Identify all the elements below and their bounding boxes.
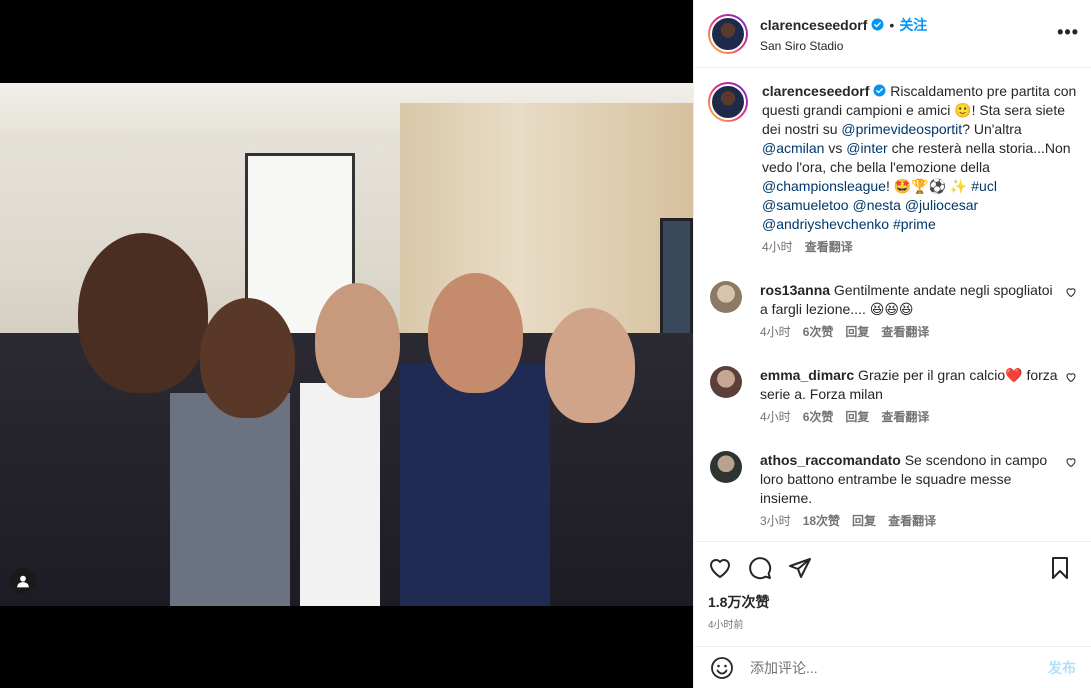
timestamp[interactable]: 4小时 — [762, 238, 793, 257]
username-link[interactable]: athos_raccomandato — [760, 452, 901, 468]
avatar[interactable] — [710, 281, 742, 313]
translate-button[interactable]: 查看翻译 — [888, 512, 936, 531]
mention-link[interactable]: @nesta — [852, 197, 900, 213]
avatar-image — [710, 84, 746, 120]
hashtag-link[interactable]: #prime — [893, 216, 936, 232]
post-actions: 1.8万次赞 4小时前 — [694, 541, 1091, 631]
mention-link[interactable]: @samueletoo — [762, 197, 849, 213]
caption-text: clarenceseedorf Riscaldamento pre partit… — [762, 82, 1077, 234]
caption-body: clarenceseedorf Riscaldamento pre partit… — [762, 82, 1077, 257]
caption-segment: ? Un'altra — [962, 121, 1022, 137]
photo-person — [545, 308, 635, 423]
mention-link[interactable]: @andriyshevchenko — [762, 216, 889, 232]
emoji-icon[interactable] — [710, 656, 734, 680]
like-comment-heart-icon[interactable] — [1065, 456, 1077, 468]
username-link[interactable]: ros13anna — [760, 282, 830, 298]
location-link[interactable]: San Siro Stadio — [760, 39, 927, 53]
comment-text: athos_raccomandato Se scendono in campo … — [760, 451, 1060, 508]
user-icon — [17, 575, 29, 588]
caption: clarenceseedorf Riscaldamento pre partit… — [708, 82, 1077, 257]
tagged-users-button[interactable] — [10, 568, 36, 594]
follow-button[interactable]: 关注 — [899, 15, 927, 35]
mention-link[interactable]: @inter — [846, 140, 887, 156]
verified-badge-icon — [871, 18, 884, 31]
avatar[interactable] — [708, 13, 748, 54]
translate-button[interactable]: 查看翻译 — [881, 323, 929, 342]
post-comment-button[interactable]: 发布 — [1048, 658, 1076, 678]
comments-list[interactable]: clarenceseedorf Riscaldamento pre partit… — [694, 68, 1091, 542]
post-photo[interactable] — [0, 83, 693, 606]
like-comment-heart-icon[interactable] — [1065, 286, 1077, 298]
avatar-image — [710, 15, 746, 52]
comment-text: ros13anna Gentilmente andate negli spogl… — [760, 281, 1060, 319]
post-timestamp[interactable]: 4小时前 — [708, 616, 1078, 631]
comment-meta: 4小时 6次赞 回复 查看翻译 — [760, 323, 1060, 342]
likes-count[interactable]: 18次赞 — [803, 512, 840, 531]
likes-count[interactable]: 6次赞 — [803, 408, 834, 427]
comment-item: athos_raccomandato Se scendono in campo … — [708, 451, 1077, 531]
comment-body: emma_dimarc Grazie per il gran calcio❤️ … — [760, 366, 1060, 427]
username-link[interactable]: emma_dimarc — [760, 367, 854, 383]
mention-link[interactable]: @juliocesar — [905, 197, 978, 213]
comment-item: emma_dimarc Grazie per il gran calcio❤️ … — [708, 366, 1077, 427]
username-link[interactable]: clarenceseedorf — [762, 83, 869, 99]
header-text: clarenceseedorf • 关注 San Siro Stadio — [760, 15, 927, 53]
save-bookmark-icon[interactable] — [1048, 556, 1072, 580]
comment-text: emma_dimarc Grazie per il gran calcio❤️ … — [760, 366, 1060, 404]
timestamp[interactable]: 3小时 — [760, 512, 791, 531]
photo-person — [200, 298, 295, 418]
comment-meta: 4小时 6次赞 回复 查看翻译 — [760, 408, 1060, 427]
comment-meta: 3小时 18次赞 回复 查看翻译 — [760, 512, 1060, 531]
reply-button[interactable]: 回复 — [852, 512, 876, 531]
reply-button[interactable]: 回复 — [845, 408, 869, 427]
timestamp[interactable]: 4小时 — [760, 323, 791, 342]
caption-segment: ! 🤩🏆⚽ ✨ — [885, 178, 972, 194]
avatar[interactable] — [710, 451, 742, 483]
avatar[interactable] — [708, 82, 748, 122]
translate-button[interactable]: 查看翻译 — [805, 238, 853, 257]
photo-shirt — [300, 383, 380, 606]
header-row: clarenceseedorf • 关注 — [760, 15, 927, 35]
mention-link[interactable]: @primevideosportit — [841, 121, 962, 137]
post-header: clarenceseedorf • 关注 San Siro Stadio ••• — [694, 0, 1091, 68]
comment-body: athos_raccomandato Se scendono in campo … — [760, 451, 1060, 531]
comment-item: ros13anna Gentilmente andate negli spogl… — [708, 281, 1077, 342]
add-comment-bar: 发布 — [694, 646, 1091, 688]
username-link[interactable]: clarenceseedorf — [760, 17, 867, 33]
comment-input[interactable] — [750, 659, 1048, 676]
like-heart-icon[interactable] — [708, 556, 732, 580]
photo-person — [315, 283, 400, 398]
likes-count[interactable]: 1.8万次赞 — [708, 592, 1078, 612]
hashtag-link[interactable]: #ucl — [971, 178, 997, 194]
translate-button[interactable]: 查看翻译 — [881, 408, 929, 427]
mention-link[interactable]: @acmilan — [762, 140, 824, 156]
post-panel: clarenceseedorf • 关注 San Siro Stadio •••… — [693, 0, 1091, 688]
caption-meta: 4小时 查看翻译 — [762, 238, 1077, 257]
photo-person — [78, 233, 208, 393]
photo-shirt — [170, 393, 290, 606]
more-options-button[interactable]: ••• — [1057, 22, 1079, 43]
verified-badge-icon — [873, 84, 886, 97]
avatar[interactable] — [710, 366, 742, 398]
comment-bubble-icon[interactable] — [748, 556, 772, 580]
share-paper-plane-icon[interactable] — [788, 556, 812, 580]
like-comment-heart-icon[interactable] — [1065, 371, 1077, 383]
caption-segment: vs — [824, 140, 847, 156]
photo-shirt — [400, 363, 550, 606]
separator-dot: • — [889, 16, 895, 33]
likes-count[interactable]: 6次赞 — [803, 323, 834, 342]
timestamp[interactable]: 4小时 — [760, 408, 791, 427]
photo-person — [428, 273, 523, 393]
mention-link[interactable]: @championsleague — [762, 178, 886, 194]
reply-button[interactable]: 回复 — [845, 323, 869, 342]
comment-body: ros13anna Gentilmente andate negli spogl… — [760, 281, 1060, 342]
action-row — [708, 556, 1078, 580]
media-pane — [0, 0, 693, 688]
